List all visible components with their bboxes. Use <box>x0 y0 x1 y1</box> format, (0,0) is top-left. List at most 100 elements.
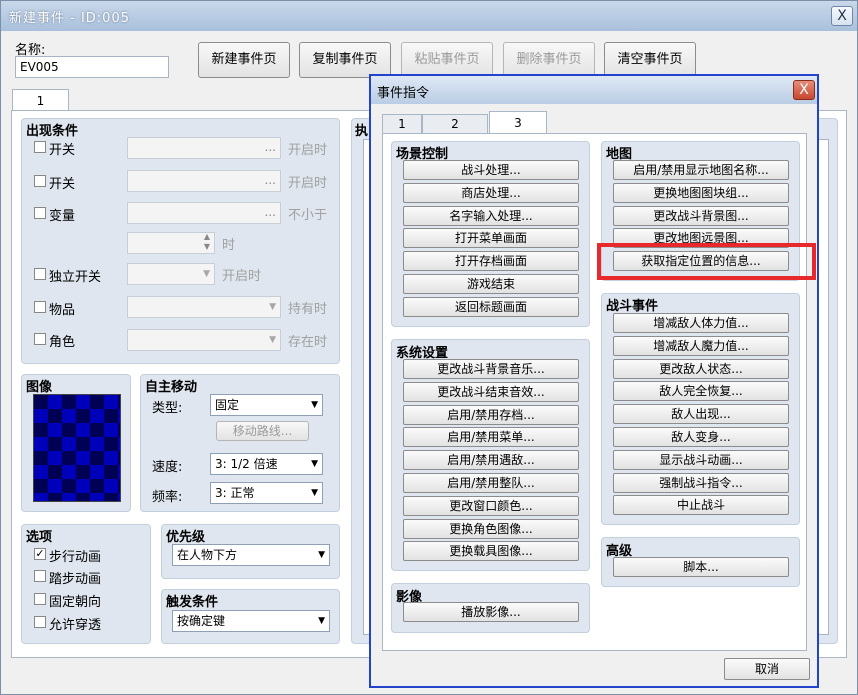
system-button-5[interactable]: 启用/禁用整队... <box>403 473 579 493</box>
paste-page-button[interactable]: 粘贴事件页 <box>401 42 493 78</box>
battle-button-2[interactable]: 更改敌人状态... <box>613 358 789 379</box>
spinner-arrows-icon: ▲ ▼ <box>203 232 210 251</box>
ellipsis-icon: ... <box>264 140 276 154</box>
trigger-value: 按确定键 <box>177 614 226 628</box>
cancel-button[interactable]: 取消 <box>724 658 810 680</box>
variable-label: 变量 <box>49 209 76 224</box>
image-title: 图像 <box>26 380 53 395</box>
delete-page-button[interactable]: 删除事件页 <box>503 42 595 78</box>
dialog-tab-2[interactable]: 2 <box>422 114 488 133</box>
self-switch-select[interactable]: ▼ <box>127 263 215 285</box>
step-anim-checkbox[interactable] <box>34 570 46 582</box>
move-title: 自主移动 <box>145 380 198 395</box>
advanced-button-0[interactable]: 脚本... <box>613 557 789 577</box>
dialog-tab-3[interactable]: 3 <box>489 111 547 134</box>
move-speed-select[interactable]: 3: 1/2 倍速 ▼ <box>210 453 323 475</box>
switch2-label: 开关 <box>49 177 76 192</box>
map-button-1[interactable]: 更换地图图块组... <box>613 182 789 203</box>
window-title: 新建事件 - ID:005 <box>9 11 130 26</box>
system-button-2[interactable]: 启用/禁用存档... <box>403 404 579 425</box>
actor-checkbox[interactable] <box>34 333 46 345</box>
fixed-dir-label: 固定朝向 <box>49 595 102 610</box>
self-switch-checkbox[interactable] <box>34 268 46 280</box>
event-graphic[interactable] <box>33 394 121 502</box>
move-freq-value: 3: 正常 <box>215 486 255 500</box>
variable-time-label: 时 <box>222 238 236 253</box>
scene-button-0[interactable]: 战斗处理... <box>403 160 579 180</box>
battle-button-5[interactable]: 敌人变身... <box>613 427 789 447</box>
priority-title: 优先级 <box>166 530 206 545</box>
through-label: 允许穿透 <box>49 618 102 633</box>
system-button-1[interactable]: 更改战斗结束音效... <box>403 381 579 402</box>
switch2-field[interactable]: ... <box>127 170 281 192</box>
variable-value-spinner[interactable]: ▲ ▼ <box>127 232 215 254</box>
move-route-button[interactable]: 移动路线... <box>216 421 309 441</box>
battle-button-1[interactable]: 增减敌人魔力值... <box>613 335 789 356</box>
item-label: 物品 <box>49 303 76 318</box>
highlight-box <box>597 243 816 280</box>
battle-button-8[interactable]: 中止战斗 <box>613 495 789 516</box>
system-button-3[interactable]: 启用/禁用菜单... <box>403 427 579 448</box>
fixed-dir-checkbox[interactable] <box>34 593 46 605</box>
battle-event-title: 战斗事件 <box>606 299 659 314</box>
battle-button-0[interactable]: 增减敌人体力值... <box>613 313 789 333</box>
scene-button-4[interactable]: 打开存档画面 <box>403 251 579 272</box>
ellipsis-icon: ... <box>264 173 276 187</box>
item-checkbox[interactable] <box>34 301 46 313</box>
walk-anim-label: 步行动画 <box>49 550 102 565</box>
actor-label: 角色 <box>49 335 76 350</box>
map-button-0[interactable]: 启用/禁用显示地图名称... <box>613 160 789 180</box>
system-button-8[interactable]: 更换载具图像... <box>403 541 579 562</box>
item-suffix: 持有时 <box>288 302 328 317</box>
priority-value: 在人物下方 <box>177 548 238 562</box>
move-speed-label: 速度: <box>152 460 183 475</box>
scene-button-5[interactable]: 游戏结束 <box>403 274 579 294</box>
page-tab-1[interactable]: 1 <box>12 89 69 111</box>
new-page-button[interactable]: 新建事件页 <box>198 42 290 78</box>
contents-title: 执 <box>355 124 369 139</box>
trigger-select[interactable]: 按确定键 ▼ <box>172 610 330 632</box>
movie-button-0[interactable]: 播放影像... <box>403 602 579 622</box>
scene-button-3[interactable]: 打开菜单画面 <box>403 228 579 249</box>
map-button-2[interactable]: 更改战斗背景图... <box>613 205 789 226</box>
switch1-field[interactable]: ... <box>127 137 281 159</box>
variable-field[interactable]: ... <box>127 202 281 224</box>
copy-page-button[interactable]: 复制事件页 <box>299 42 391 78</box>
close-icon[interactable]: X <box>831 6 853 26</box>
battle-button-7[interactable]: 强制战斗指令... <box>613 472 789 493</box>
chevron-down-icon: ▼ <box>318 550 325 560</box>
scene-button-2[interactable]: 名字输入处理... <box>403 205 579 226</box>
system-button-6[interactable]: 更改窗口颜色... <box>403 495 579 516</box>
dialog-title-bar: 事件指令 X <box>371 76 817 104</box>
dialog-tab-1[interactable]: 1 <box>382 114 422 133</box>
priority-select[interactable]: 在人物下方 ▼ <box>172 544 330 566</box>
switch2-checkbox[interactable] <box>34 175 46 187</box>
battle-button-6[interactable]: 显示战斗动画... <box>613 449 789 470</box>
system-button-0[interactable]: 更改战斗背景音乐... <box>403 359 579 379</box>
system-button-7[interactable]: 更换角色图像... <box>403 518 579 539</box>
dialog-close-icon[interactable]: X <box>793 80 815 100</box>
chevron-down-icon: ▼ <box>269 335 276 345</box>
move-freq-select[interactable]: 3: 正常 ▼ <box>210 482 323 504</box>
scene-button-6[interactable]: 返回标题画面 <box>403 296 579 317</box>
move-type-select[interactable]: 固定 ▼ <box>210 394 323 416</box>
variable-checkbox[interactable] <box>34 207 46 219</box>
battle-button-3[interactable]: 敌人完全恢复... <box>613 381 789 402</box>
chevron-down-icon: ▼ <box>269 302 276 312</box>
switch1-checkbox[interactable] <box>34 141 46 153</box>
clear-page-button[interactable]: 清空事件页 <box>604 42 696 78</box>
title-bar: 新建事件 - ID:005 X <box>1 1 857 31</box>
walk-anim-checkbox[interactable]: ✓ <box>34 548 46 560</box>
conditions-title: 出现条件 <box>26 124 79 139</box>
step-anim-label: 踏步动画 <box>49 572 102 587</box>
move-type-value: 固定 <box>215 398 240 412</box>
event-command-dialog: 事件指令 X 1 2 3 场景控制 战斗处理... 商店处理... 名字输入处理..… <box>369 74 819 688</box>
battle-button-4[interactable]: 敌人出现... <box>613 404 789 425</box>
name-input[interactable]: EV005 <box>15 56 169 78</box>
scene-button-1[interactable]: 商店处理... <box>403 182 579 203</box>
system-button-4[interactable]: 启用/禁用遇敌... <box>403 450 579 471</box>
item-select[interactable]: ▼ <box>127 296 281 318</box>
through-checkbox[interactable] <box>34 616 46 628</box>
actor-select[interactable]: ▼ <box>127 329 281 351</box>
switch1-suffix: 开启时 <box>288 143 328 158</box>
